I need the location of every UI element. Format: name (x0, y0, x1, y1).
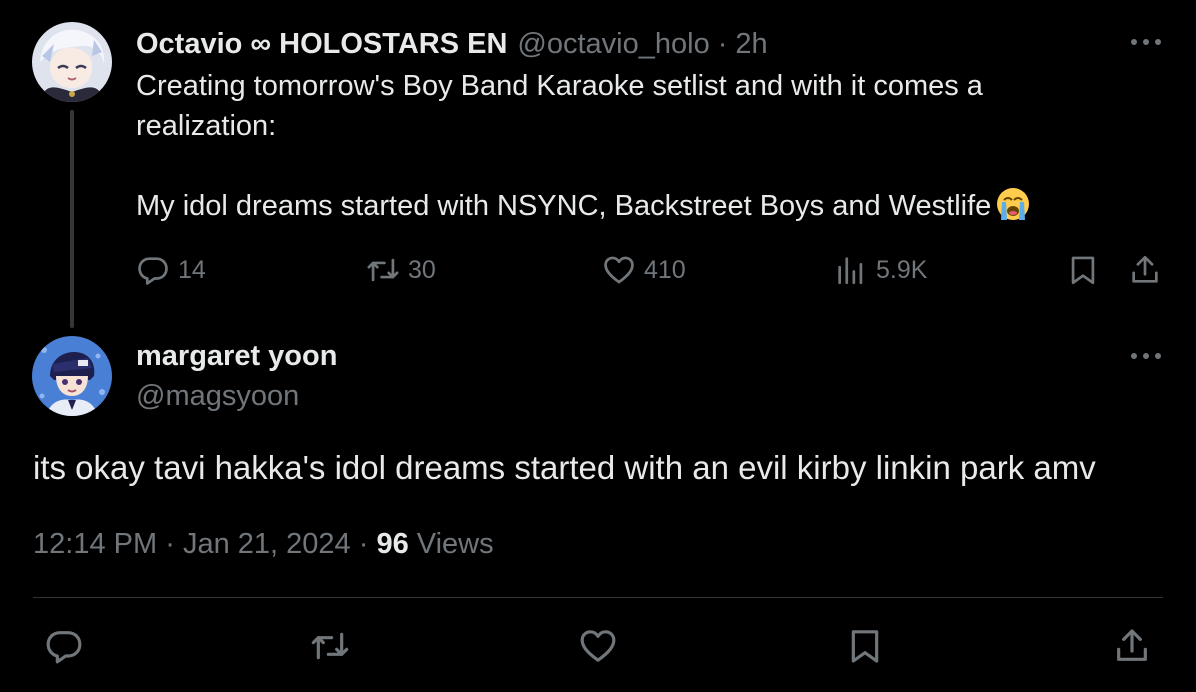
parent-author-avatar[interactable] (32, 22, 112, 102)
loudly-crying-face-icon (997, 188, 1030, 220)
parent-author-name[interactable]: Octavio ∞ HOLOSTARS EN (136, 28, 507, 61)
bookmark-icon (1071, 256, 1095, 285)
reply-author-name[interactable]: margaret yoon (136, 336, 337, 376)
parent-reply-button[interactable]: 14 (136, 250, 206, 290)
reply-tweet-meta: 12:14 PM · Jan 21, 2024 · 96 Views (33, 524, 494, 564)
repost-icon (311, 632, 349, 660)
thread-connector-line (70, 110, 74, 328)
reply-more-button[interactable] (1126, 342, 1166, 370)
repost-count: 30 (408, 255, 436, 284)
avatar-image (32, 22, 112, 102)
reply-views-count[interactable]: 96 (376, 528, 408, 560)
meta-separator: · (165, 528, 175, 560)
share-icon (1117, 629, 1147, 661)
reply-bookmark-button[interactable] (843, 624, 887, 668)
bookmark-icon (851, 630, 879, 663)
like-count: 410 (644, 255, 686, 284)
parent-repost-button[interactable]: 30 (366, 250, 436, 290)
reply-like-button[interactable] (576, 624, 620, 668)
reply-icon (46, 631, 82, 664)
parent-views-button[interactable]: 5.9K (834, 250, 927, 290)
parent-like-button[interactable]: 410 (602, 250, 686, 290)
parent-tweet-body: Creating tomorrow's Boy Band Karaoke set… (136, 70, 992, 222)
parent-author-handle[interactable]: @octavio_holo (517, 28, 709, 61)
reply-share-button[interactable] (1110, 624, 1154, 668)
views-icon (838, 257, 863, 285)
reply-count: 14 (178, 255, 206, 284)
reply-author-handle[interactable]: @magsyoon (136, 376, 299, 416)
parent-tweet-header: Octavio ∞ HOLOSTARS EN @octavio_holo · 2… (136, 24, 768, 64)
avatar-image (32, 336, 112, 416)
like-icon (580, 630, 616, 662)
like-icon (604, 256, 634, 284)
reply-time[interactable]: 12:14 PM (33, 528, 157, 560)
reply-repost-button[interactable] (308, 624, 352, 668)
reply-views-label[interactable]: Views (417, 528, 494, 560)
more-icon (1131, 353, 1161, 359)
reply-tweet-text: its okay tavi hakka's idol dreams starte… (33, 449, 1096, 486)
parent-tweet-time[interactable]: 2h (735, 28, 767, 61)
parent-bookmark-button[interactable] (1066, 250, 1100, 290)
share-icon (1132, 255, 1158, 283)
divider (33, 597, 1163, 598)
repost-icon (367, 258, 399, 282)
parent-share-button[interactable] (1128, 250, 1162, 290)
tweet-thread: Octavio ∞ HOLOSTARS EN @octavio_holo · 2… (0, 0, 1196, 692)
view-count: 5.9K (876, 255, 928, 284)
parent-tweet-text: Creating tomorrow's Boy Band Karaoke set… (136, 66, 1076, 226)
reply-icon (138, 257, 168, 285)
reply-author-avatar[interactable] (32, 336, 112, 416)
reply-reply-button[interactable] (42, 624, 86, 668)
more-icon (1131, 39, 1161, 45)
meta-separator: · (358, 528, 369, 560)
reply-date[interactable]: Jan 21, 2024 (183, 528, 351, 560)
header-separator: · (717, 27, 728, 60)
parent-more-button[interactable] (1126, 28, 1166, 56)
